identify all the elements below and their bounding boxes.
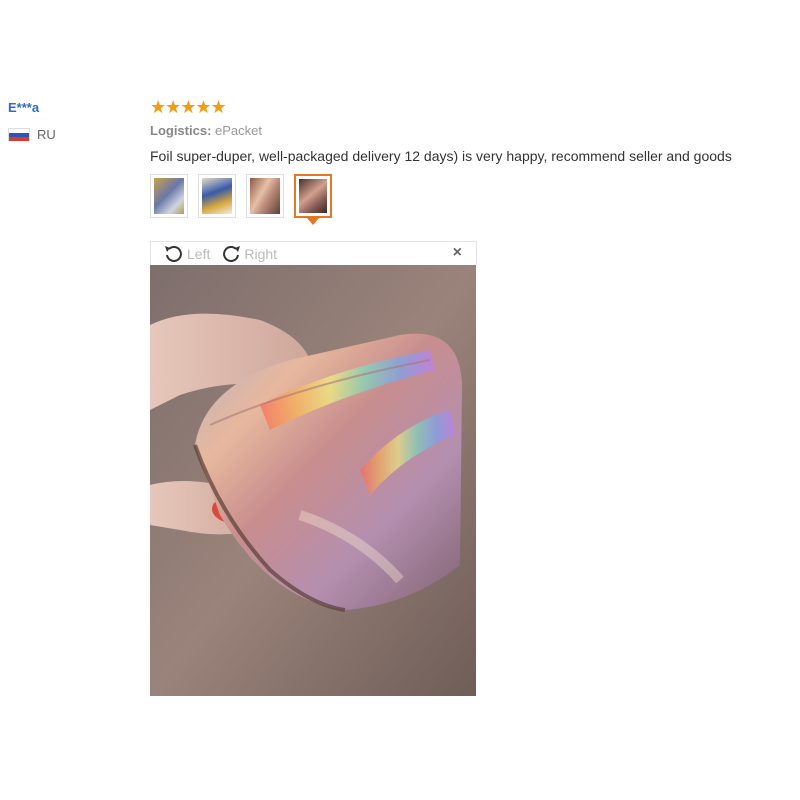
thumbnail-image xyxy=(299,179,327,213)
reviewer-info: E***a RU xyxy=(8,100,138,142)
thumbnail-image xyxy=(250,178,280,214)
rotate-right-button[interactable]: Right xyxy=(220,244,277,264)
rotate-left-icon xyxy=(165,245,182,262)
close-icon[interactable]: × xyxy=(453,244,462,262)
holographic-foil-photo xyxy=(150,265,476,696)
photo-thumbnail[interactable] xyxy=(246,174,284,218)
photo-viewer: Left Right × xyxy=(150,241,477,696)
thumbnail-image xyxy=(154,178,184,214)
russia-flag-icon xyxy=(8,128,30,141)
photo-thumbnails xyxy=(150,174,795,225)
star-rating: ★★★★★ xyxy=(150,97,227,117)
review-text: Foil super-duper, well-packaged delivery… xyxy=(150,148,732,164)
rotate-right-icon xyxy=(223,245,241,262)
photo-thumbnail-active[interactable] xyxy=(294,174,332,225)
country-code: RU xyxy=(37,127,56,142)
review-photo xyxy=(150,265,476,696)
reviewer-name[interactable]: E***a xyxy=(8,100,138,115)
rotate-left-button[interactable]: Left xyxy=(163,244,210,264)
logistics-value: ePacket xyxy=(215,123,263,138)
thumbnail-image xyxy=(202,178,232,214)
rotate-right-label: Right xyxy=(244,245,278,262)
logistics-info: Logistics: ePacket xyxy=(150,123,795,138)
review-content: ★★★★★ Logistics: ePacket Foil super-dupe… xyxy=(150,97,795,225)
rotate-left-label: Left xyxy=(187,245,211,262)
logistics-label: Logistics: xyxy=(150,123,212,138)
viewer-toolbar: Left Right × xyxy=(150,241,477,265)
photo-thumbnail[interactable] xyxy=(198,174,236,218)
reviewer-country: RU xyxy=(8,127,138,142)
photo-thumbnail[interactable] xyxy=(150,174,188,218)
